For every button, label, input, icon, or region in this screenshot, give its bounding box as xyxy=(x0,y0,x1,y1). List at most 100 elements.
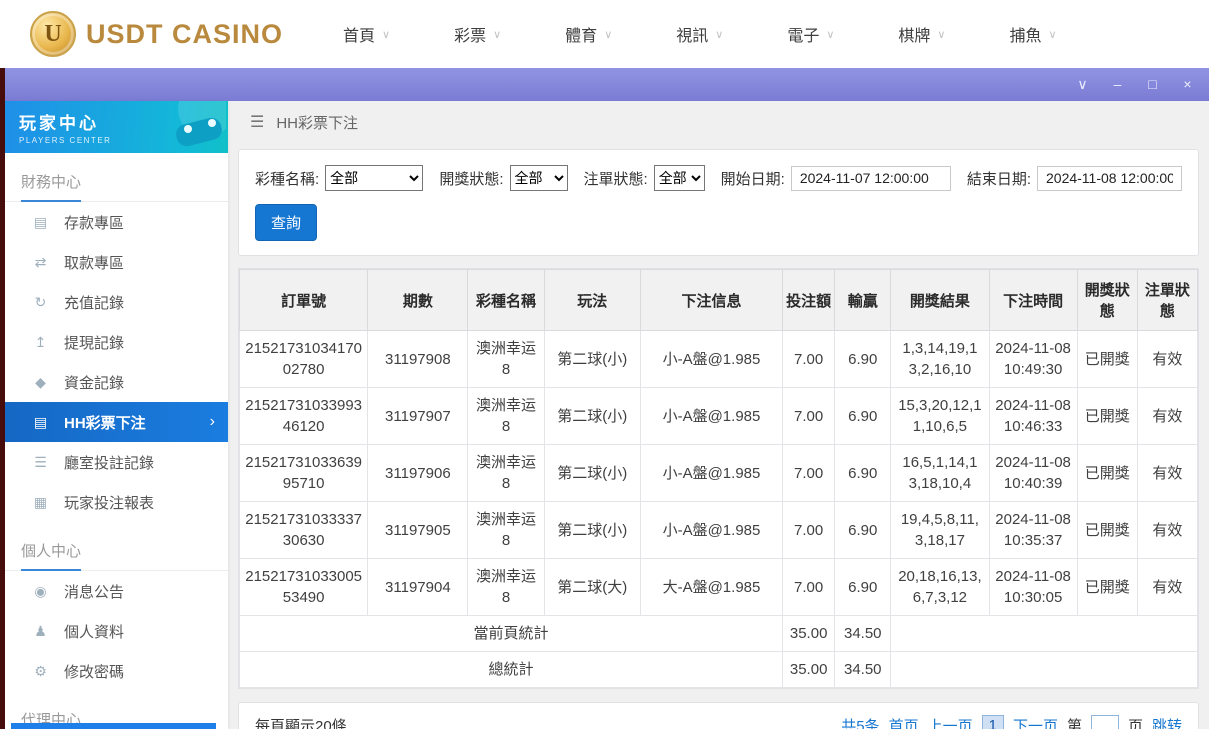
nav-label: 彩票 xyxy=(454,28,487,45)
bets-table: 訂單號 期數 彩種名稱 玩法 下注信息 投注額 輸贏 開獎結果 下注時間 開獎狀… xyxy=(238,269,1199,688)
sidebar-item-recharge-records[interactable]: ↻ 充值記錄 xyxy=(5,282,228,322)
sidebar-item-announcements[interactable]: ◉ 消息公告 xyxy=(5,571,228,611)
gear-icon: ⚙ xyxy=(34,662,47,679)
sidebar-item-label: 消息公告 xyxy=(64,583,125,601)
total-summary-label: 總統計 xyxy=(238,651,784,688)
window-controls: ∨ – □ × xyxy=(1075,76,1195,93)
nav-item-sports[interactable]: 體育 ∨ xyxy=(565,22,612,46)
sidebar-item-label: 存款專區 xyxy=(64,214,125,232)
cell-bet-time: 2024-11-08 10:30:05 xyxy=(988,558,1078,616)
cell-bet-amount: 7.00 xyxy=(782,444,836,502)
cell-order-id: 2152173103417002780 xyxy=(238,330,369,388)
nav-item-lottery[interactable]: 彩票 ∨ xyxy=(454,22,501,46)
table-row: 2152173103333730630 31197905 澳洲幸运8 第二球(小… xyxy=(238,501,1199,559)
bets-table-panel: 訂單號 期數 彩種名稱 玩法 下注信息 投注額 輸贏 開獎結果 下注時間 開獎狀… xyxy=(238,268,1199,689)
order-status-label: 注單狀態: xyxy=(583,170,648,188)
section-label: 個人中心 xyxy=(21,543,82,560)
window-maximize-button[interactable]: □ xyxy=(1145,76,1160,93)
filter-row: 彩種名稱: 全部 開獎狀態: 全部 注單狀態: 全部 開始日期: 結束日期: xyxy=(255,165,1182,191)
section-personal: 個人中心 xyxy=(5,532,228,571)
window-titlebar: ∨ – □ × xyxy=(5,68,1209,101)
cell-order-status: 有效 xyxy=(1136,387,1199,445)
withdrawal-record-icon: ↥ xyxy=(34,333,47,350)
sidebar-item-player-bet-report[interactable]: ▦ 玩家投注報表 xyxy=(5,482,228,522)
nav-item-video[interactable]: 視訊 ∨ xyxy=(676,22,723,46)
cell-bet-time: 2024-11-08 10:40:39 xyxy=(988,444,1078,502)
draw-status-select[interactable]: 全部 xyxy=(509,165,568,191)
menu-icon[interactable]: ☰ xyxy=(250,112,264,132)
chevron-down-icon: ∨ xyxy=(715,28,724,41)
site-header: U USDT CASINO 首頁 ∨ 彩票 ∨ 體育 ∨ 視訊 ∨ 電子 ∨ 棋… xyxy=(0,0,1209,68)
player-center-header: 玩家中心 PLAYERS CENTER xyxy=(5,101,228,153)
sidebar-item-label: HH彩票下注 xyxy=(64,414,146,432)
chevron-down-icon: ∨ xyxy=(604,28,613,41)
jump-page-input[interactable] xyxy=(1090,714,1119,729)
col-draw-result: 開獎結果 xyxy=(890,269,990,331)
cell-bet-time: 2024-11-08 10:35:37 xyxy=(988,501,1078,559)
total-summary-bet: 35.00 xyxy=(782,651,836,688)
main-nav: 首頁 ∨ 彩票 ∨ 體育 ∨ 視訊 ∨ 電子 ∨ 棋牌 ∨ 捕魚 ∨ xyxy=(343,22,1057,46)
cell-bet-amount: 7.00 xyxy=(782,558,836,616)
jump-button[interactable]: 跳转 xyxy=(1152,715,1182,729)
table-row: 2152173103417002780 31197908 澳洲幸运8 第二球(小… xyxy=(238,330,1199,388)
nav-label: 捕魚 xyxy=(1009,28,1042,45)
cell-bet-time: 2024-11-08 10:49:30 xyxy=(988,330,1078,388)
logo-coin-icon: U xyxy=(30,11,76,57)
chevron-down-icon: ∨ xyxy=(493,28,502,41)
end-date-input[interactable] xyxy=(1037,165,1182,191)
page-summary-label: 當前頁統計 xyxy=(238,615,784,652)
sidebar-item-withdraw[interactable]: ⇄ 取款專區 xyxy=(5,242,228,282)
chevron-down-icon: ∨ xyxy=(1048,28,1057,41)
nav-item-fishing[interactable]: 捕魚 ∨ xyxy=(1009,22,1056,46)
prev-page-link[interactable]: 上一页 xyxy=(928,715,973,729)
nav-item-home[interactable]: 首頁 ∨ xyxy=(343,22,390,46)
page-summary-win: 34.50 xyxy=(834,615,892,652)
logo[interactable]: U USDT CASINO xyxy=(30,11,283,57)
window-collapse-button[interactable]: ∨ xyxy=(1075,76,1090,93)
sidebar-item-room-bet-records[interactable]: ☰ 廳室投註記錄 xyxy=(5,442,228,482)
search-button[interactable]: 查詢 xyxy=(255,204,318,241)
cell-win-loss: 6.90 xyxy=(834,330,892,388)
cell-draw-status: 已開獎 xyxy=(1076,387,1138,445)
nav-label: 電子 xyxy=(787,28,820,45)
window-minimize-button[interactable]: – xyxy=(1110,76,1125,93)
cell-draw-result: 19,4,5,8,11,3,18,17 xyxy=(890,501,990,559)
pager: 共5条 首页 上一页 1 下一页 第 页 跳转 xyxy=(841,714,1182,729)
cell-draw-result: 16,5,1,14,13,18,10,4 xyxy=(890,444,990,502)
nav-label: 體育 xyxy=(565,28,598,45)
jump-suffix: 页 xyxy=(1127,717,1143,729)
window-close-button[interactable]: × xyxy=(1180,76,1195,93)
cell-period: 31197906 xyxy=(367,444,469,502)
lottery-select[interactable]: 全部 xyxy=(325,165,424,191)
order-status-select[interactable]: 全部 xyxy=(653,165,705,191)
first-page-link[interactable]: 首页 xyxy=(889,715,919,729)
cell-order-status: 有效 xyxy=(1136,330,1199,388)
cell-bet-info: 小-A盤@1.985 xyxy=(639,501,784,559)
sidebar-item-label: 廳室投註記錄 xyxy=(64,454,155,472)
col-draw-status: 開獎狀態 xyxy=(1076,269,1138,331)
room-record-icon: ☰ xyxy=(34,453,47,470)
chevron-right-icon: › xyxy=(209,413,215,430)
sidebar-item-deposit[interactable]: ▤ 存款專區 xyxy=(5,202,228,242)
sidebar-item-label: 修改密碼 xyxy=(64,663,125,681)
nav-label: 首頁 xyxy=(343,28,376,45)
sidebar-item-change-password[interactable]: ⚙ 修改密碼 xyxy=(5,651,228,691)
page-summary-row: 當前頁統計 35.00 34.50 xyxy=(238,615,1198,652)
nav-item-board-games[interactable]: 棋牌 ∨ xyxy=(898,22,945,46)
sidebar-item-hh-lottery-bets[interactable]: ▤ HH彩票下注 › xyxy=(5,402,228,442)
current-page[interactable]: 1 xyxy=(981,715,1004,729)
start-date-input[interactable] xyxy=(790,165,951,191)
next-page-link[interactable]: 下一页 xyxy=(1013,715,1058,729)
chevron-down-icon: ∨ xyxy=(937,28,946,41)
table-row: 2152173103300553490 31197904 澳洲幸运8 第二球(大… xyxy=(238,558,1199,616)
withdraw-icon: ⇄ xyxy=(34,253,47,270)
sidebar-item-withdrawal-records[interactable]: ↥ 提現記錄 xyxy=(5,322,228,362)
cell-period: 31197908 xyxy=(367,330,469,388)
sidebar-item-profile[interactable]: ♟ 個人資料 xyxy=(5,611,228,651)
sidebar-item-funds-records[interactable]: ◆ 資金記錄 xyxy=(5,362,228,402)
nav-item-electronic[interactable]: 電子 ∨ xyxy=(787,22,834,46)
nav-label: 視訊 xyxy=(676,28,709,45)
col-bet-info: 下注信息 xyxy=(639,269,784,331)
pagination-bar: 每頁顯示20條 共5条 首页 上一页 1 下一页 第 页 跳转 xyxy=(238,702,1199,729)
report-icon: ▦ xyxy=(33,493,48,510)
